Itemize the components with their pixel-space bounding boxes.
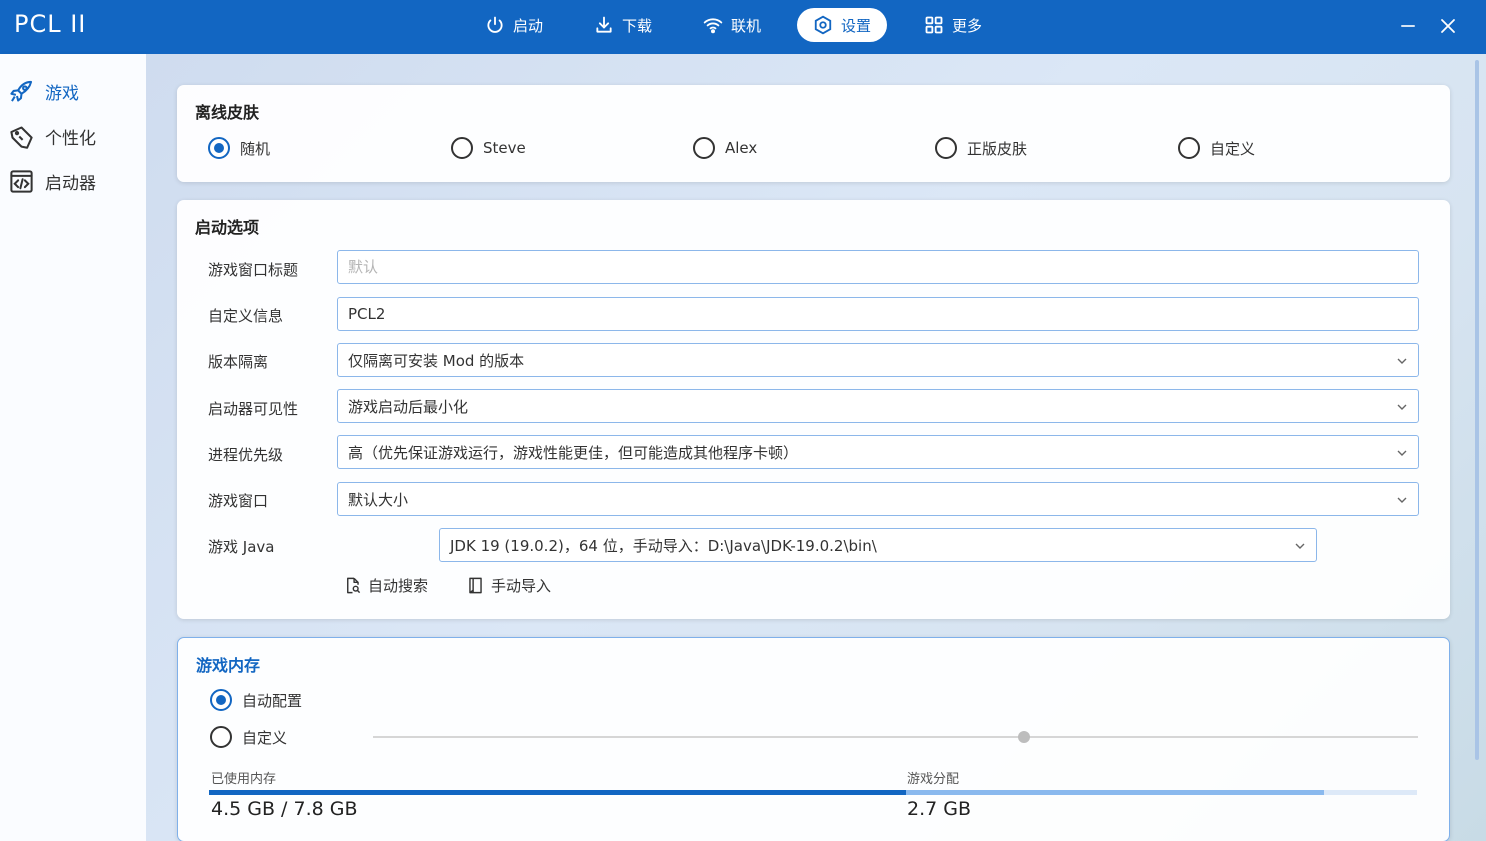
download-icon — [596, 16, 612, 33]
priority-value: 高（优先保证游戏运行，游戏性能更佳，但可能造成其他程序卡顿） — [348, 443, 799, 462]
skin-option-official-label: 正版皮肤 — [967, 139, 1028, 158]
nav-more-label: 更多 — [952, 16, 983, 35]
brush-icon — [10, 125, 33, 149]
skin-option-alex[interactable]: Alex — [693, 137, 757, 159]
minimize-icon — [1401, 25, 1415, 27]
visibility-value: 游戏启动后最小化 — [348, 397, 469, 416]
settings-icon — [814, 15, 832, 35]
manual-import-button[interactable]: 手动导入 — [466, 575, 551, 596]
skin-option-steve-label: Steve — [483, 139, 526, 157]
chevron-down-icon — [1295, 543, 1305, 549]
title-bar: PCL II 启动 下载 联机 设置 更多 — [0, 0, 1486, 54]
used-memory-bar — [209, 790, 906, 795]
visibility-label: 启动器可见性 — [208, 400, 299, 418]
java-value: JDK 19 (19.0.2)，64 位，手动导入：D:\Java\JDK-19… — [450, 536, 877, 555]
game-window-value: 默认大小 — [348, 490, 409, 509]
launch-options-card: 启动选项 游戏窗口标题 自定义信息 PCL2 版本隔离 仅隔离可安装 Mod 的… — [177, 200, 1450, 619]
wifi-icon — [703, 18, 723, 34]
sidebar-item-launcher[interactable]: 启动器 — [0, 163, 146, 199]
used-memory-label: 已使用内存 — [211, 772, 277, 787]
sidebar-item-game-label: 游戏 — [45, 83, 79, 104]
game-window-select[interactable]: 默认大小 — [337, 482, 1419, 516]
radio-checked-icon — [208, 137, 230, 159]
chevron-down-icon — [1397, 404, 1407, 410]
nav-launch-button[interactable]: 启动 — [469, 8, 559, 42]
skin-option-steve[interactable]: Steve — [451, 137, 526, 159]
skin-option-random-label: 随机 — [240, 139, 271, 158]
nav-online-label: 联机 — [731, 16, 762, 35]
window-title-label: 游戏窗口标题 — [208, 261, 299, 279]
skin-option-official[interactable]: 正版皮肤 — [935, 137, 1027, 159]
custom-info-label: 自定义信息 — [208, 307, 284, 325]
auto-search-label: 自动搜索 — [368, 577, 429, 595]
scrollbar[interactable] — [1475, 60, 1479, 760]
sidebar: 游戏 个性化 启动器 — [0, 54, 146, 841]
skin-option-custom[interactable]: 自定义 — [1178, 137, 1255, 159]
sidebar-item-game[interactable]: 游戏 — [0, 73, 146, 109]
rocket-icon — [10, 80, 33, 102]
window-title-input[interactable] — [337, 250, 1419, 284]
offline-skin-card: 离线皮肤 随机 Steve Alex 正版皮肤 自定义 — [177, 85, 1450, 182]
auto-search-button[interactable]: 自动搜索 — [343, 575, 428, 596]
custom-info-value: PCL2 — [348, 305, 386, 323]
memory-auto-option[interactable]: 自动配置 — [210, 689, 302, 711]
chevron-down-icon — [1397, 450, 1407, 456]
memory-custom-option[interactable]: 自定义 — [210, 726, 287, 748]
allocated-memory-value: 2.7 GB — [907, 798, 972, 820]
allocated-memory-bar — [905, 790, 1325, 795]
sidebar-item-personalize-label: 个性化 — [45, 128, 96, 149]
skin-option-random[interactable]: 随机 — [208, 137, 270, 159]
radio-unchecked-icon — [210, 726, 232, 748]
isolation-label: 版本隔离 — [208, 353, 269, 371]
offline-skin-title: 离线皮肤 — [195, 103, 260, 122]
memory-custom-label: 自定义 — [242, 728, 288, 747]
java-label: 游戏 Java — [208, 538, 275, 556]
game-window-label: 游戏窗口 — [208, 492, 269, 510]
nav-online-button[interactable]: 联机 — [687, 8, 777, 42]
radio-unchecked-icon — [1178, 137, 1200, 159]
radio-unchecked-icon — [935, 137, 957, 159]
close-icon — [1441, 19, 1455, 33]
chevron-down-icon — [1397, 358, 1407, 364]
chevron-down-icon — [1397, 497, 1407, 503]
power-icon — [487, 16, 503, 33]
nav-settings-label: 设置 — [841, 16, 872, 35]
file-search-icon — [347, 577, 361, 594]
settings-content: 离线皮肤 随机 Steve Alex 正版皮肤 自定义 启动选项 游戏窗口标题 … — [146, 54, 1486, 841]
grid-icon — [925, 16, 943, 34]
memory-slider-track[interactable] — [373, 736, 1418, 738]
allocated-memory-label: 游戏分配 — [907, 772, 960, 787]
game-memory-card: 游戏内存 自动配置 自定义 已使用内存 游戏分配 4.5 GB / 7.8 GB… — [177, 637, 1450, 841]
priority-label: 进程优先级 — [208, 446, 284, 464]
nav-more-button[interactable]: 更多 — [908, 8, 998, 42]
priority-select[interactable]: 高（优先保证游戏运行，游戏性能更佳，但可能造成其他程序卡顿） — [337, 435, 1419, 469]
game-memory-title: 游戏内存 — [196, 656, 261, 675]
sidebar-item-personalize[interactable]: 个性化 — [0, 118, 146, 154]
visibility-select[interactable]: 游戏启动后最小化 — [337, 389, 1419, 423]
minimize-button[interactable] — [1394, 12, 1422, 40]
nav-launch-label: 启动 — [513, 16, 544, 35]
book-icon — [469, 577, 482, 594]
nav-download-button[interactable]: 下载 — [578, 8, 668, 42]
skin-option-alex-label: Alex — [725, 139, 758, 157]
isolation-select[interactable]: 仅隔离可安装 Mod 的版本 — [337, 343, 1419, 377]
memory-auto-label: 自动配置 — [242, 691, 303, 710]
launch-options-title: 启动选项 — [195, 218, 260, 237]
skin-option-custom-label: 自定义 — [1210, 139, 1256, 158]
manual-import-label: 手动导入 — [491, 577, 552, 595]
close-button[interactable] — [1434, 12, 1462, 40]
sidebar-item-launcher-label: 启动器 — [45, 173, 96, 194]
code-window-icon — [10, 169, 33, 193]
radio-checked-icon — [210, 689, 232, 711]
nav-download-label: 下载 — [622, 16, 653, 35]
custom-info-input[interactable]: PCL2 — [337, 297, 1419, 331]
used-memory-value: 4.5 GB / 7.8 GB — [211, 798, 358, 820]
nav-settings-button[interactable]: 设置 — [797, 8, 888, 42]
memory-slider-thumb[interactable] — [1018, 731, 1031, 743]
isolation-value: 仅隔离可安装 Mod 的版本 — [348, 351, 525, 370]
radio-unchecked-icon — [693, 137, 715, 159]
radio-unchecked-icon — [451, 137, 473, 159]
app-title: PCL II — [14, 10, 87, 38]
java-select[interactable]: JDK 19 (19.0.2)，64 位，手动导入：D:\Java\JDK-19… — [439, 528, 1317, 562]
